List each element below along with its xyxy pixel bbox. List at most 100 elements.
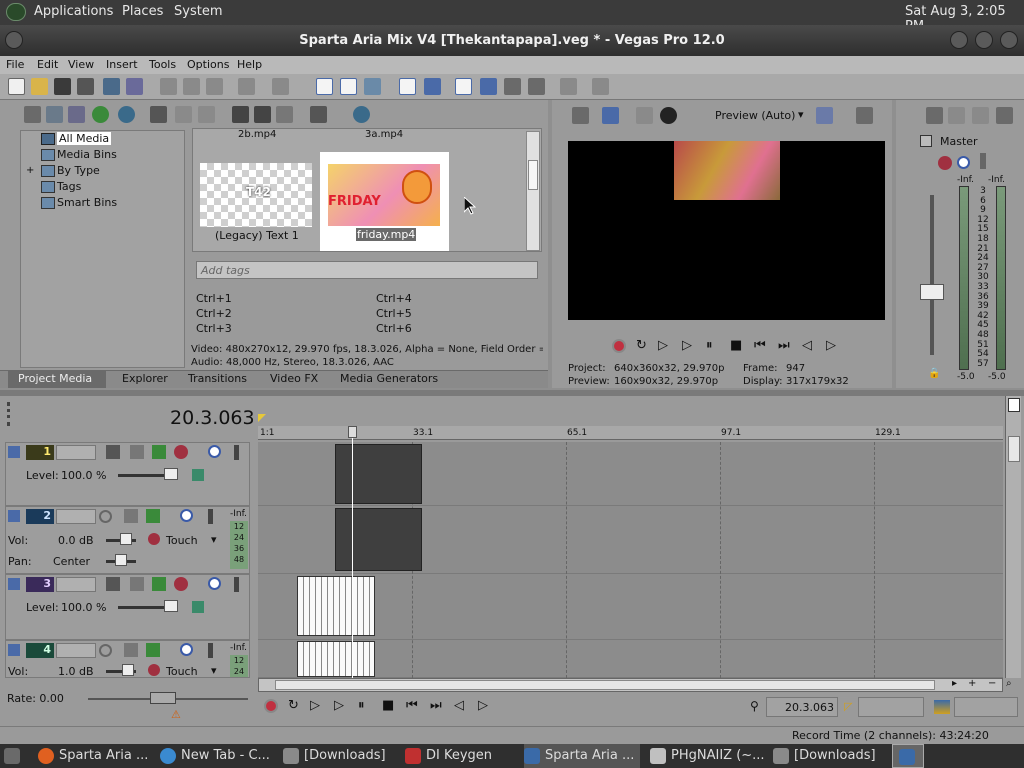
volume-slider-handle[interactable] — [122, 664, 134, 676]
playhead-handle[interactable] — [348, 426, 357, 438]
track-envelope-icon[interactable] — [192, 601, 204, 613]
compositing-mode-icon[interactable] — [130, 577, 144, 591]
track-fx-icon[interactable] — [174, 577, 188, 591]
media-fx-icon[interactable] — [175, 106, 192, 123]
ignore-grouping-icon[interactable] — [424, 78, 441, 95]
pan-slider-handle[interactable] — [115, 554, 127, 566]
remove-icon[interactable] — [150, 106, 167, 123]
places-menu[interactable]: Places — [122, 4, 163, 19]
master-fader-handle[interactable] — [920, 284, 944, 300]
search-icon[interactable] — [353, 106, 370, 123]
track-name-field[interactable] — [56, 509, 96, 524]
track-invert-icon[interactable] — [124, 643, 138, 657]
menu-options[interactable]: Options — [187, 58, 229, 71]
master-fader-track[interactable] — [930, 195, 934, 355]
play-from-start-icon[interactable]: ▷ — [310, 698, 320, 713]
scrollbar-thumb[interactable] — [528, 160, 538, 190]
tree-item-smart-bins[interactable]: Smart Bins — [57, 196, 117, 209]
meter-options-icon[interactable] — [996, 107, 1013, 124]
redo-icon[interactable] — [272, 78, 289, 95]
copy-snapshot-icon[interactable] — [856, 107, 873, 124]
shortcut-label[interactable]: Ctrl+4 — [376, 292, 412, 305]
shortcut-label[interactable]: Ctrl+2 — [196, 307, 232, 320]
mute-icon[interactable] — [208, 445, 221, 458]
automation-mode[interactable]: Touch — [166, 534, 198, 547]
play-icon[interactable]: ▷ — [682, 338, 692, 353]
tab-video-fx[interactable]: Video FX — [270, 372, 318, 385]
tab-project-media[interactable]: Project Media — [18, 372, 92, 385]
taskbar-chrome[interactable]: New Tab - C... — [160, 744, 278, 768]
volume-slider-handle[interactable] — [120, 533, 132, 545]
arm-record-icon[interactable] — [99, 644, 112, 657]
track-envelope-icon[interactable] — [192, 469, 204, 481]
menu-tools[interactable]: Tools — [149, 58, 176, 71]
taskbar-vegas-active[interactable]: Sparta Aria ... — [524, 744, 640, 768]
parent-motion-icon[interactable] — [152, 577, 166, 591]
copy-icon[interactable] — [183, 78, 200, 95]
cut-icon[interactable] — [160, 78, 177, 95]
selection-length-field[interactable] — [858, 697, 924, 717]
go-to-start-icon[interactable]: ⏮ — [754, 338, 766, 353]
dim-output-icon[interactable] — [972, 107, 989, 124]
refresh-icon[interactable] — [92, 106, 109, 123]
taskbar-downloads[interactable]: [Downloads] — [283, 744, 395, 768]
external-monitor-icon[interactable] — [602, 107, 619, 124]
friday-media-thumbnail[interactable]: FRIDAY friday.mp4 — [320, 152, 449, 251]
solo-icon[interactable] — [234, 445, 239, 460]
chevron-down-icon[interactable]: ▾ — [211, 533, 217, 546]
distro-logo-icon[interactable] — [6, 3, 26, 21]
chevron-down-icon[interactable]: ▾ — [798, 108, 804, 121]
shortcut-label[interactable]: Ctrl+3 — [196, 322, 232, 335]
render-icon[interactable] — [103, 78, 120, 95]
pause-icon[interactable]: ⏸ — [706, 338, 713, 353]
track-fx-icon[interactable] — [148, 533, 160, 545]
text-media-thumbnail[interactable]: T42 — [200, 163, 312, 227]
preview-quality-dropdown[interactable]: Preview (Auto) — [715, 109, 795, 122]
loop-icon[interactable]: ↻ — [288, 698, 299, 713]
scrollbar-thumb[interactable] — [1008, 436, 1020, 462]
master-fx-icon[interactable] — [938, 156, 952, 170]
tab-transitions[interactable]: Transitions — [188, 372, 247, 385]
zoom-tool-icon[interactable] — [528, 78, 545, 95]
next-frame-icon[interactable]: ▷ — [826, 338, 836, 353]
zoom-tool-icon[interactable]: ⌕ — [1006, 678, 1012, 689]
search-media-icon[interactable] — [118, 106, 135, 123]
auto-preview-icon[interactable] — [276, 106, 293, 123]
previous-frame-icon[interactable]: ◁ — [454, 698, 464, 713]
stop-icon[interactable]: ■ — [382, 698, 394, 713]
track-routing-icon[interactable] — [146, 643, 160, 657]
menu-view[interactable]: View — [68, 58, 94, 71]
cursor-position-field[interactable]: 20.3.063 — [766, 697, 838, 717]
track-name-field[interactable] — [56, 577, 96, 592]
video-event[interactable] — [335, 444, 422, 504]
open-icon[interactable] — [31, 78, 48, 95]
selection-end-field[interactable] — [954, 697, 1018, 717]
track-motion-icon[interactable] — [106, 445, 120, 459]
minimize-button[interactable] — [950, 31, 968, 49]
previous-frame-icon[interactable]: ◁ — [802, 338, 812, 353]
play-from-start-icon[interactable]: ▷ — [658, 338, 668, 353]
import-media-icon[interactable] — [24, 106, 41, 123]
system-menu[interactable]: System — [174, 4, 222, 19]
whats-this-help-icon[interactable] — [592, 78, 609, 95]
zoom-in-icon[interactable]: + — [968, 678, 976, 689]
preview-properties-icon[interactable] — [572, 107, 589, 124]
save-as-icon[interactable] — [77, 78, 94, 95]
mute-icon[interactable] — [957, 156, 970, 169]
media-properties-icon[interactable] — [198, 106, 215, 123]
maximize-button[interactable] — [975, 31, 993, 49]
add-tags-input[interactable]: Add tags — [196, 261, 538, 279]
track-routing-icon[interactable] — [146, 509, 160, 523]
pan-value[interactable]: Center — [53, 555, 90, 568]
level-value[interactable]: 100.0 % — [61, 469, 106, 482]
level-slider-handle[interactable] — [164, 468, 178, 480]
timeline-menu-icon[interactable] — [1008, 398, 1020, 412]
vol-value[interactable]: 0.0 dB — [58, 534, 94, 547]
track-header-2[interactable]: 2 -Inf. 12 24 36 48 Vol: 0.0 dB Touch ▾ … — [5, 506, 250, 574]
vol-value[interactable]: 1.0 dB — [58, 665, 94, 677]
show-desktop-icon[interactable] — [4, 744, 24, 768]
window-titlebar[interactable]: Sparta Aria Mix V4 [Thekantapapa].veg * … — [0, 25, 1024, 56]
envelope-tool-icon[interactable] — [480, 78, 497, 95]
stop-preview-icon[interactable] — [254, 106, 271, 123]
play-icon[interactable]: ▷ — [334, 698, 344, 713]
